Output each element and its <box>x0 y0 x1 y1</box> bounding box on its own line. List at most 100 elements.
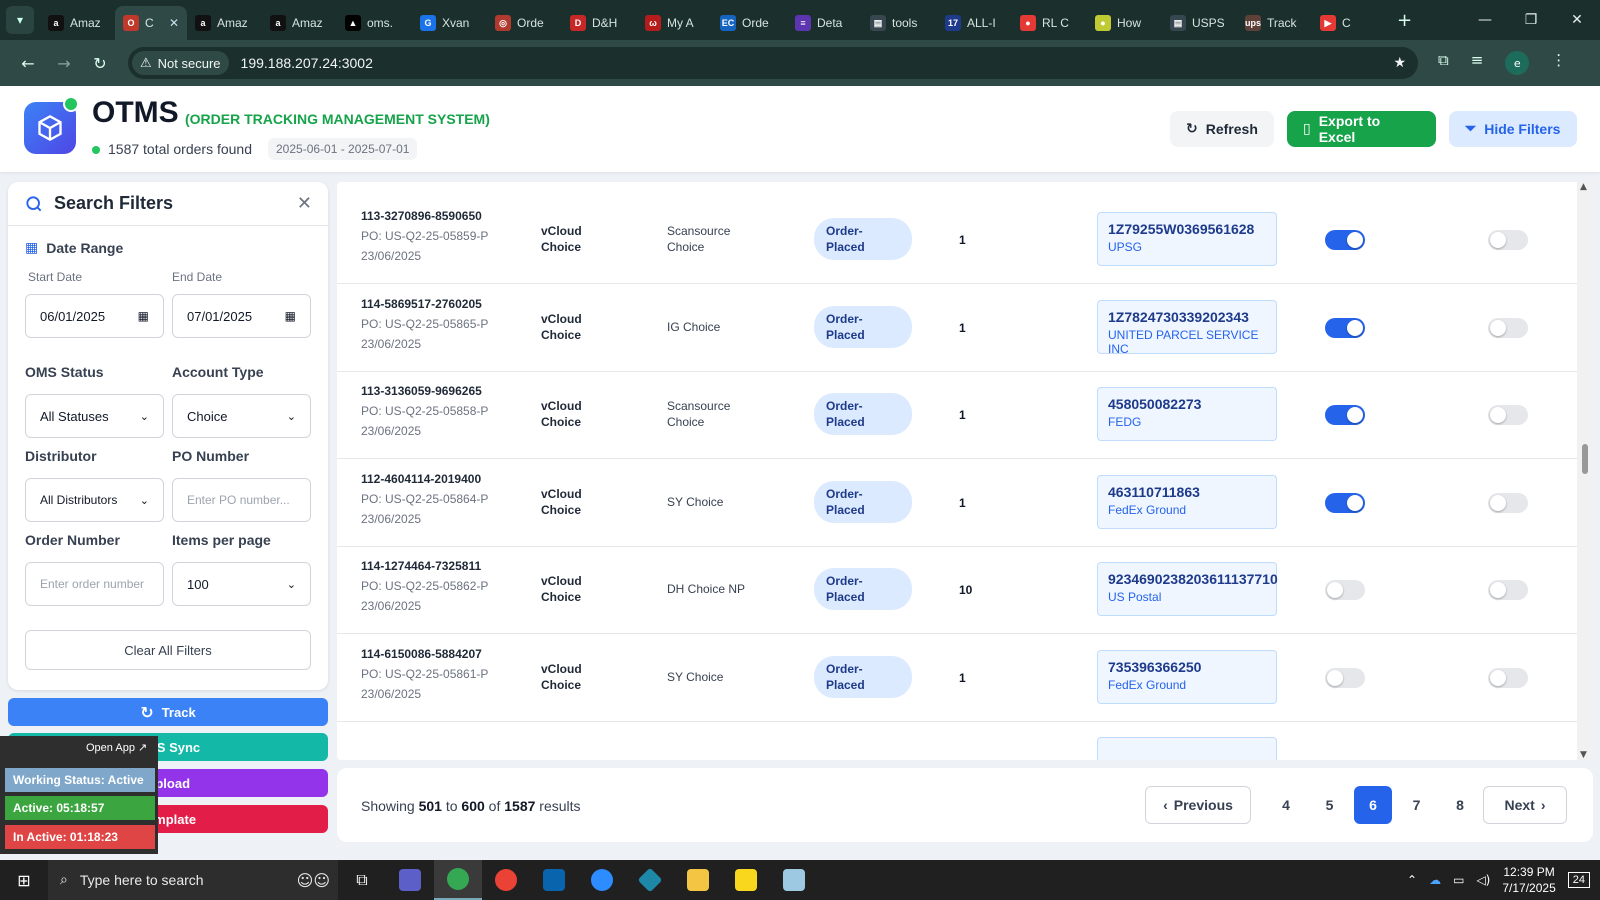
items-per-page-select[interactable]: 100 ⌄ <box>172 562 311 606</box>
forward-icon[interactable]: → <box>46 54 82 73</box>
export-excel-button[interactable]: ▯ Export to Excel <box>1287 111 1436 147</box>
network-icon[interactable]: ▭ <box>1453 873 1464 887</box>
browser-tab[interactable]: a Amaz <box>262 6 337 40</box>
start-date-input[interactable]: 06/01/2025 ▦ <box>25 294 164 338</box>
page-number-button[interactable]: 8 <box>1441 786 1479 824</box>
tracking-toggle[interactable] <box>1325 492 1365 513</box>
browser-tab[interactable]: ▶ C <box>1312 6 1387 40</box>
zoom-icon[interactable] <box>578 860 626 900</box>
browser-tab[interactable]: ω My A <box>637 6 712 40</box>
clear-filters-button[interactable]: Clear All Filters <box>25 630 311 670</box>
tracking-card[interactable] <box>1097 737 1277 760</box>
chevron-up-icon[interactable]: ⌃ <box>1407 873 1417 887</box>
outlook-icon[interactable] <box>530 860 578 900</box>
refresh-button[interactable]: ↻ Refresh <box>1170 111 1274 147</box>
tracking-toggle[interactable] <box>1325 580 1365 600</box>
tracking-number[interactable]: 735396366250 <box>1108 659 1266 675</box>
new-tab-button[interactable]: + <box>1397 10 1412 31</box>
browser-tab[interactable]: ▲ oms. <box>337 6 412 40</box>
close-window-button[interactable]: ✕ <box>1554 12 1600 28</box>
status-toggle[interactable] <box>1488 317 1528 338</box>
file-explorer-icon[interactable] <box>674 860 722 900</box>
minimize-button[interactable]: — <box>1462 12 1508 28</box>
profile-avatar[interactable]: e <box>1505 51 1530 75</box>
media-icon[interactable]: ≡ <box>1471 51 1484 75</box>
oms-status-select[interactable]: All Statuses ⌄ <box>25 394 164 438</box>
reload-icon[interactable]: ↻ <box>82 54 118 73</box>
tracking-card[interactable]: 735396366250 FedEx Ground <box>1097 649 1277 704</box>
browser-tab[interactable]: a Amaz <box>187 6 262 40</box>
order-number[interactable]: 114-1274464-7325811 <box>361 559 481 573</box>
teams-icon[interactable] <box>386 860 434 900</box>
tracking-card[interactable]: 1Z79255W0369561628 UPSG <box>1097 212 1277 266</box>
browser-tab[interactable]: a Amaz <box>40 6 115 40</box>
tracking-number[interactable]: 463110711863 <box>1108 484 1266 500</box>
close-tab-icon[interactable]: ✕ <box>169 16 179 30</box>
status-toggle[interactable] <box>1488 492 1528 513</box>
chrome-icon[interactable] <box>434 860 482 900</box>
tracking-number[interactable]: 9234690238203611137710 <box>1108 571 1278 587</box>
bookmark-star-icon[interactable]: ★ <box>1393 55 1406 71</box>
security-indicator[interactable]: ⚠ Not secure <box>132 51 229 75</box>
browser-tab[interactable]: ▤ tools <box>862 6 937 40</box>
menu-icon[interactable]: ⋮ <box>1551 51 1566 75</box>
scroll-up-icon[interactable]: ▲ <box>1580 182 1587 192</box>
browser-tab[interactable]: G Xvan <box>412 6 487 40</box>
back-icon[interactable]: ← <box>10 54 46 73</box>
scroll-down-icon[interactable]: ▼ <box>1580 750 1587 760</box>
tracking-number[interactable]: 1Z7824730339202343 <box>1108 309 1266 325</box>
tracking-number[interactable]: 458050082273 <box>1108 396 1266 412</box>
po-number-input[interactable]: Enter PO number... <box>172 478 311 522</box>
browser-tab[interactable]: D D&H <box>562 6 637 40</box>
browser-tab[interactable]: 17 ALL-I <box>937 6 1012 40</box>
order-number[interactable]: 114-5869517-2760205 <box>361 297 482 311</box>
browser-tab[interactable]: ● How <box>1087 6 1162 40</box>
extensions-icon[interactable]: ⧉ <box>1438 51 1449 75</box>
status-toggle[interactable] <box>1488 580 1528 600</box>
task-view-icon[interactable]: ⧉ <box>338 860 386 900</box>
account-type-select[interactable]: Choice ⌄ <box>172 394 311 438</box>
tracking-card[interactable]: 458050082273 FEDG <box>1097 387 1277 441</box>
order-number[interactable]: 113-3136059-9696265 <box>361 384 482 398</box>
tracking-number[interactable]: 1Z79255W0369561628 <box>1108 221 1266 237</box>
status-toggle[interactable] <box>1488 667 1528 688</box>
page-number-button[interactable]: 6 <box>1354 786 1392 824</box>
order-number[interactable]: 113-3270896-8590650 <box>361 209 482 223</box>
browser-tab[interactable]: ≡ Deta <box>787 6 862 40</box>
sticky-notes-icon[interactable] <box>722 860 770 900</box>
volume-icon[interactable]: ◁) <box>1476 873 1490 887</box>
page-number-button[interactable]: 7 <box>1398 786 1436 824</box>
order-number-input[interactable]: Enter order number <box>25 562 164 606</box>
tracking-card[interactable]: 9234690238203611137710 US Postal <box>1097 562 1278 616</box>
tracking-toggle[interactable] <box>1325 317 1365 338</box>
track-button[interactable]: ↻ Track <box>8 698 328 726</box>
onedrive-icon[interactable]: ☁ <box>1429 873 1441 887</box>
page-number-button[interactable]: 5 <box>1311 786 1349 824</box>
order-number[interactable]: 112-4604114-2019400 <box>361 472 481 486</box>
previous-page-button[interactable]: ‹ Previous <box>1145 786 1251 824</box>
clock[interactable]: 12:39 PM 7/17/2025 <box>1502 864 1555 896</box>
distributor-select[interactable]: All Distributors ⌄ <box>25 478 164 522</box>
status-toggle[interactable] <box>1488 405 1528 425</box>
browser-tab[interactable]: ups Track <box>1237 6 1312 40</box>
tracking-toggle[interactable] <box>1325 230 1365 250</box>
order-number[interactable]: 114-6150086-5884207 <box>361 647 482 661</box>
page-number-button[interactable]: 4 <box>1267 786 1305 824</box>
windows-start-icon[interactable]: ⊞ <box>0 871 48 890</box>
tracking-card[interactable]: 463110711863 FedEx Ground <box>1097 474 1277 529</box>
calendar-picker-icon[interactable]: ▦ <box>285 309 296 323</box>
taskbar-search[interactable]: ⌕ Type here to search ☺☺ <box>48 860 338 900</box>
app-diamond-icon[interactable] <box>626 860 674 900</box>
browser-tab[interactable]: ◎ Orde <box>487 6 562 40</box>
tab-search-button[interactable]: ▾ <box>6 6 34 34</box>
tracking-toggle[interactable] <box>1325 667 1365 688</box>
app-pen-icon[interactable] <box>770 860 818 900</box>
next-page-button[interactable]: Next › <box>1483 786 1567 824</box>
browser-tab[interactable]: ▤ USPS <box>1162 6 1237 40</box>
hide-filters-button[interactable]: ⏷ Hide Filters <box>1449 111 1577 147</box>
browser-tab[interactable]: ● RL C <box>1012 6 1087 40</box>
tracking-card[interactable]: 1Z7824730339202343 UNITED PARCEL SERVICE… <box>1097 299 1277 356</box>
tracking-toggle[interactable] <box>1325 405 1365 425</box>
url-text[interactable]: 199.188.207.24:3002 <box>241 55 373 71</box>
browser-tab[interactable]: O C ✕ <box>115 6 187 40</box>
